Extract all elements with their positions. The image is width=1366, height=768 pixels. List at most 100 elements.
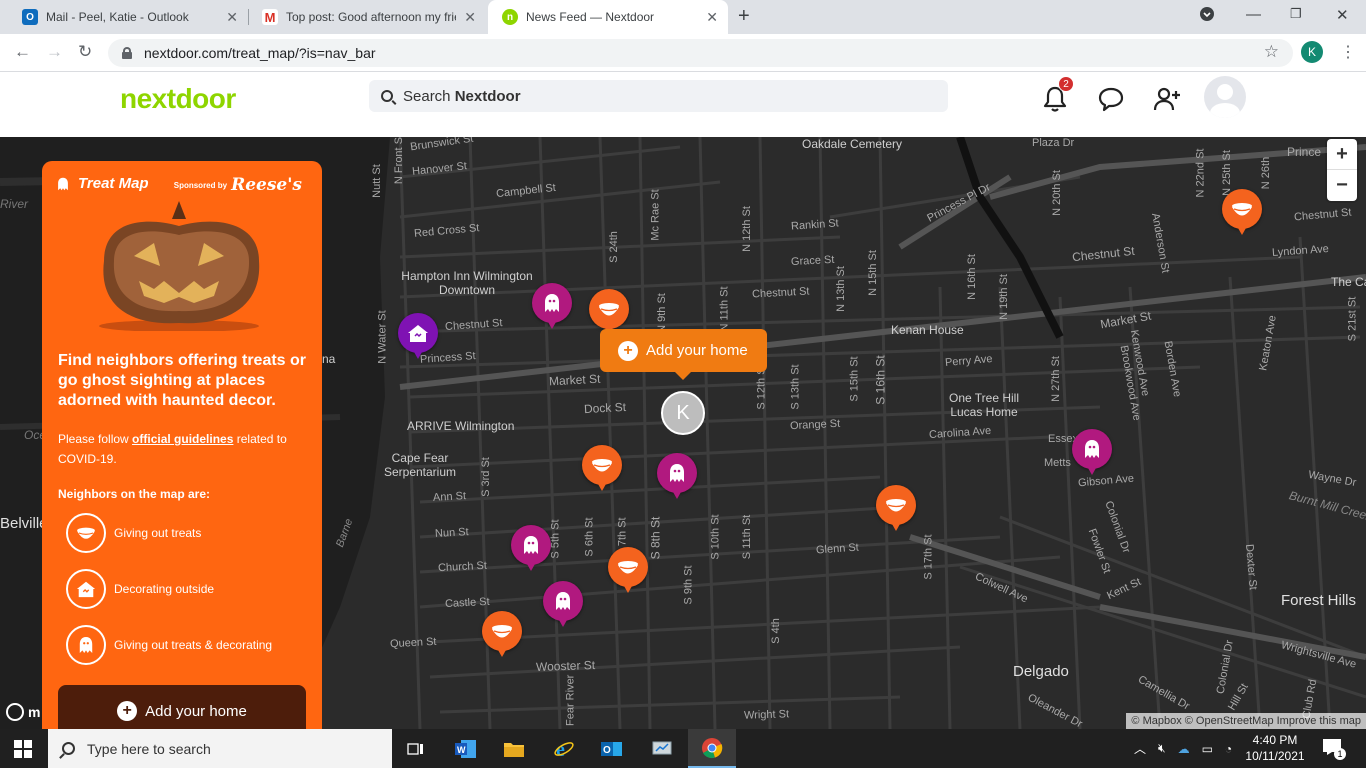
close-icon[interactable]: ✕ <box>464 9 476 26</box>
treat-bowl-icon <box>592 459 612 472</box>
bookmark-star-icon[interactable]: ☆ <box>1264 42 1279 62</box>
legend-label: Giving out treats <box>114 526 202 540</box>
nextdoor-logo[interactable]: nextdoor <box>120 83 236 115</box>
minimize-button[interactable]: — <box>1246 6 1261 23</box>
street-label: Market St <box>548 371 601 389</box>
zoom-in-button[interactable]: + <box>1327 139 1357 170</box>
street-label: N 19th St <box>997 274 1010 320</box>
reload-button[interactable]: ↻ <box>78 42 92 62</box>
street-label: S 8th St <box>648 516 663 560</box>
outlook-icon[interactable]: O <box>588 729 636 768</box>
ghost-icon <box>66 625 106 665</box>
street-label: Dock St <box>583 399 627 417</box>
place-label: na <box>322 352 336 366</box>
browser-menu-icon[interactable]: ⋮ <box>1340 42 1356 62</box>
treat-pin[interactable] <box>876 485 916 531</box>
street-label: Wooster St <box>535 657 596 675</box>
restore-button[interactable]: ❐ <box>1290 6 1302 22</box>
mapbox-logo[interactable]: m <box>6 703 40 721</box>
treat-pin[interactable] <box>608 547 648 593</box>
new-tab-button[interactable]: + <box>738 5 750 28</box>
street-label: S 9th St <box>682 565 695 605</box>
plus-icon: + <box>618 340 638 361</box>
add-your-home-popup-label: Add your home <box>646 342 748 359</box>
tab-gmail[interactable]: M Top post: Good afternoon my frie ✕ <box>248 0 486 34</box>
address-bar-row: ← → ↻ nextdoor.com/treat_map/?is=nav_bar… <box>0 34 1366 72</box>
taskbar-clock[interactable]: 4:40 PM 10/11/2021 <box>1243 732 1307 764</box>
ghost-icon <box>58 177 68 190</box>
ghost-icon <box>545 294 559 312</box>
chrome-icon[interactable] <box>688 729 736 768</box>
avatar[interactable] <box>1204 76 1246 118</box>
decorating-pin[interactable] <box>398 313 438 359</box>
place-label: Belville <box>0 515 48 532</box>
plus-icon: + <box>117 701 138 721</box>
ghost-pin[interactable] <box>543 581 583 627</box>
search-input[interactable]: Search Nextdoor <box>369 80 948 112</box>
street-label: N 9th St <box>655 293 668 333</box>
street-label: N 12th St <box>740 206 753 252</box>
street-label: N Water St <box>376 310 389 364</box>
zoom-out-button[interactable]: − <box>1327 170 1357 201</box>
file-explorer-icon[interactable] <box>490 729 538 768</box>
map-attribution[interactable]: © Mapbox © OpenStreetMap Improve this ma… <box>1126 713 1366 729</box>
taskbar-search-input[interactable]: Type here to search <box>48 729 392 768</box>
ghost-icon <box>524 536 538 554</box>
forward-button[interactable]: → <box>46 42 63 62</box>
back-button[interactable]: ← <box>14 42 31 62</box>
street-label: N 27th St <box>1049 356 1062 402</box>
close-icon[interactable]: ✕ <box>706 9 718 26</box>
volume-muted-icon[interactable]: 🔇︎ <box>1158 741 1166 756</box>
street-label: S 5th St <box>549 519 562 559</box>
legend-label: Giving out treats & decorating <box>114 638 273 652</box>
url-input[interactable]: nextdoor.com/treat_map/?is=nav_bar ☆ <box>108 39 1293 67</box>
clock-date: 10/11/2021 <box>1245 749 1305 763</box>
ghost-pin[interactable] <box>511 525 551 571</box>
treat-map[interactable]: Oakdale Cemetery Hampton Inn Wilmington … <box>0 137 1366 729</box>
street-label: N 16th St <box>965 254 978 300</box>
notification-center-icon[interactable]: 1 <box>1322 738 1346 760</box>
official-guidelines-link[interactable]: official guidelines <box>132 432 233 446</box>
treat-pin[interactable] <box>589 289 629 335</box>
lock-icon <box>122 47 132 59</box>
chevron-up-icon[interactable]: ︿ <box>1134 740 1146 757</box>
wifi-icon[interactable]: ◔ <box>1225 742 1232 756</box>
add-your-home-popup[interactable]: + Add your home <box>600 329 767 380</box>
treat-pin[interactable] <box>582 445 622 491</box>
street-label: Church St <box>437 559 488 575</box>
place-label: Delgado <box>1013 663 1069 680</box>
browser-profile-avatar[interactable]: K <box>1301 41 1323 63</box>
tab-outlook[interactable]: O Mail - Peel, Katie - Outlook ✕ <box>8 0 248 34</box>
window-close-button[interactable]: ✕ <box>1336 6 1349 24</box>
close-icon[interactable]: ✕ <box>226 9 238 26</box>
treat-bowl-icon <box>1232 203 1252 216</box>
search-placeholder-brand: Nextdoor <box>454 87 521 105</box>
task-view-icon[interactable] <box>392 729 440 768</box>
street-label: N 15th St <box>866 250 879 296</box>
tab-search-icon[interactable] <box>1199 6 1215 26</box>
place-label: River <box>0 197 29 211</box>
street-label: Wright St <box>743 708 790 722</box>
tab-nextdoor[interactable]: n News Feed — Nextdoor ✕ <box>488 0 728 34</box>
windows-start-icon[interactable] <box>14 740 32 758</box>
add-neighbor-icon[interactable] <box>1152 84 1182 114</box>
battery-icon[interactable]: ▭ <box>1202 742 1213 756</box>
word-icon[interactable]: W <box>442 729 490 768</box>
ghost-pin[interactable] <box>532 283 572 329</box>
svg-text:O: O <box>603 745 611 756</box>
windows-taskbar: Type here to search W e O ︿ 🔇︎ ☁ ▭ ◔ 4:4… <box>0 729 1366 768</box>
ghost-pin[interactable] <box>657 453 697 499</box>
add-your-home-button[interactable]: + Add your home <box>58 685 306 729</box>
internet-explorer-icon[interactable]: e <box>540 729 588 768</box>
messages-icon[interactable] <box>1096 84 1126 114</box>
treat-pin[interactable] <box>1222 189 1262 235</box>
control-panel-icon[interactable] <box>638 729 686 768</box>
onedrive-cloud-icon[interactable]: ☁ <box>1178 742 1190 756</box>
ghost-pin[interactable] <box>1072 429 1112 475</box>
user-location-pin[interactable]: K <box>661 391 705 435</box>
street-label: Cape Fear River <box>564 674 577 729</box>
treat-pin[interactable] <box>482 611 522 657</box>
svg-text:W: W <box>457 745 466 755</box>
street-label: N 11th St <box>718 286 731 332</box>
haunted-house-icon <box>66 569 106 609</box>
